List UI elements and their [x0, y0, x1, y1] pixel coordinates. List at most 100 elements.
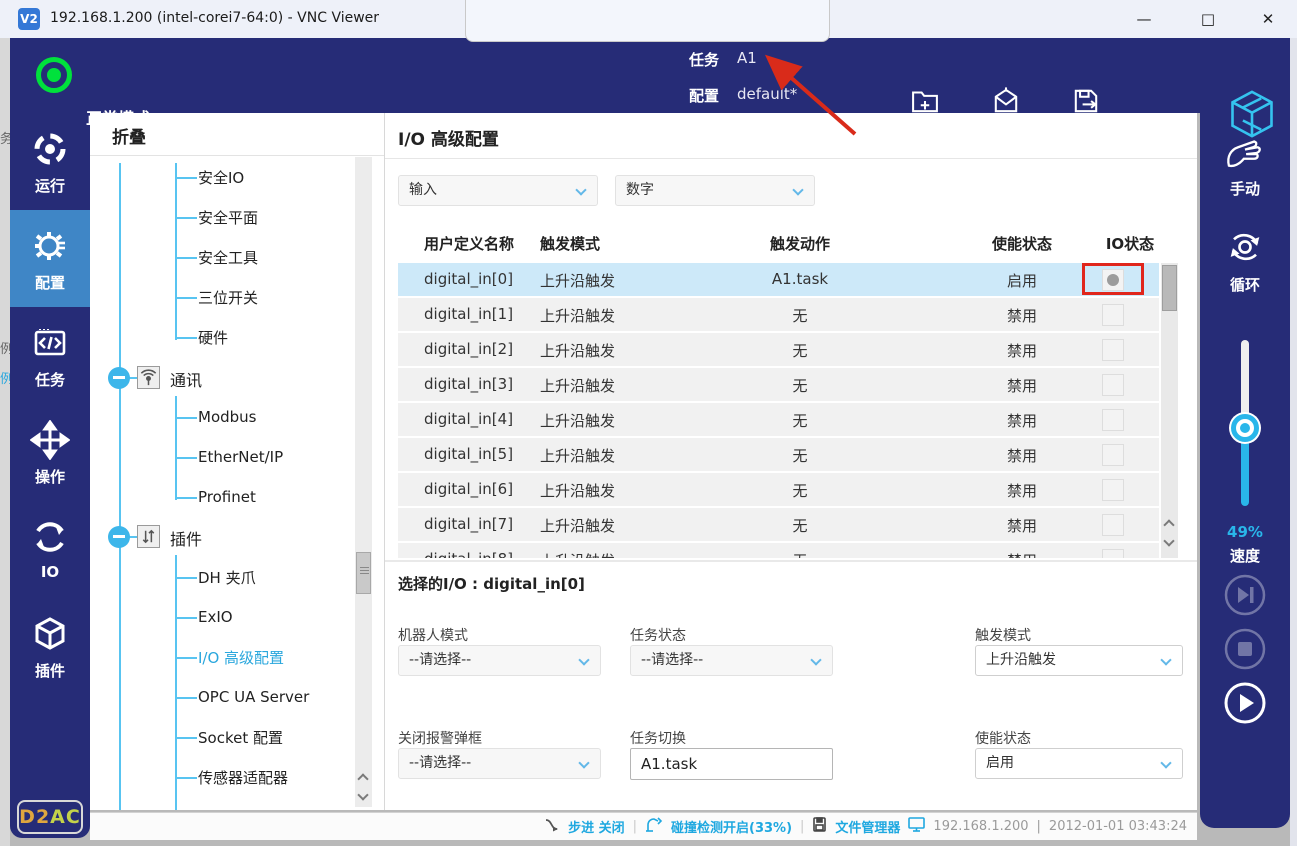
- stop-button[interactable]: [1223, 627, 1267, 671]
- sidebar-item-label: 配置: [10, 272, 90, 293]
- brand-logo-icon: [1226, 88, 1278, 144]
- table-scroll-down-icon[interactable]: [1163, 535, 1174, 546]
- table-row-selected[interactable]: digital_in[0] 上升沿触发 A1.task 启用: [398, 263, 1159, 296]
- step-icon: [544, 817, 560, 837]
- mode-label: 正常模式: [86, 105, 150, 129]
- io-state-indicator-off[interactable]: [1102, 444, 1124, 466]
- tree-item-safety-io[interactable]: 安全IO: [198, 167, 244, 191]
- table-row[interactable]: digital_in[7] 上升沿触发 无 禁用: [398, 508, 1159, 541]
- d2ac-label-right: AC: [50, 806, 81, 828]
- tree-item-opc-ua-server[interactable]: OPC UA Server: [198, 687, 309, 711]
- open-file-icon: [989, 103, 1023, 122]
- loop-mode-button[interactable]: 循环: [1200, 225, 1290, 295]
- tree-item-dh-gripper[interactable]: DH 夹爪: [198, 567, 256, 591]
- sidebar-item-label: IO: [10, 563, 90, 581]
- tree-item-communication[interactable]: 通讯: [170, 367, 202, 391]
- app-header: 正常模式 任务 A1 配置 default* 新建 打开 保存: [10, 38, 1290, 113]
- chevron-down-icon: [575, 184, 586, 195]
- task-switch-input[interactable]: [630, 748, 833, 780]
- save-button[interactable]: 保存: [1050, 84, 1122, 146]
- step-next-button[interactable]: [1223, 573, 1267, 617]
- tree-item-three-pos-switch[interactable]: 三位开关: [198, 287, 258, 311]
- config-label: 配置: [689, 85, 719, 106]
- task-value: A1: [737, 49, 757, 67]
- open-button-label: 打开: [970, 124, 1042, 144]
- io-state-indicator-off[interactable]: [1102, 479, 1124, 501]
- trigger-mode-dropdown[interactable]: 上升沿触发: [975, 645, 1183, 676]
- chevron-down-icon: [1160, 654, 1171, 665]
- sidebar-item-io[interactable]: IO: [10, 501, 90, 598]
- task-state-dropdown[interactable]: --请选择--: [630, 645, 833, 676]
- tree-item-sensor-adapter[interactable]: 传感器适配器: [198, 767, 288, 791]
- tree-item-profinet[interactable]: Profinet: [198, 487, 256, 511]
- play-button[interactable]: [1223, 681, 1267, 725]
- column-header-name: 用户定义名称: [424, 233, 514, 254]
- sidebar-item-task[interactable]: 任务: [10, 307, 90, 404]
- table-scrollbar[interactable]: [1161, 263, 1178, 558]
- close-alarm-label: 关闭报警弹框: [398, 728, 482, 748]
- file-manager-link[interactable]: 文件管理器: [835, 817, 900, 836]
- antenna-icon: [137, 366, 160, 389]
- collision-status[interactable]: 碰撞检测开启(33%): [671, 817, 792, 836]
- sidebar-item-run[interactable]: 运行: [10, 113, 90, 210]
- tree-collapse-toggle[interactable]: [108, 526, 130, 548]
- io-direction-dropdown[interactable]: 输入: [398, 175, 598, 206]
- tree-item-ethernet-ip[interactable]: EtherNet/IP: [198, 447, 283, 471]
- window-title: 192.168.1.200 (intel-corei7-64:0) - VNC …: [50, 10, 379, 26]
- io-state-indicator-off[interactable]: [1102, 409, 1124, 431]
- speed-percent: 49%: [1200, 523, 1290, 541]
- tree-item-safety-tool[interactable]: 安全工具: [198, 247, 258, 271]
- tree-item-io-advanced-config[interactable]: I/O 高级配置: [198, 647, 284, 671]
- table-row[interactable]: digital_in[4] 上升沿触发 无 禁用: [398, 403, 1159, 436]
- maximize-button[interactable]: □: [1188, 6, 1228, 32]
- io-type-dropdown[interactable]: 数字: [615, 175, 815, 206]
- task-label: 任务: [689, 49, 719, 70]
- table-scroll-up-icon[interactable]: [1163, 519, 1174, 530]
- selected-io-label: 选择的I/O : digital_in[0]: [398, 573, 585, 594]
- tree-scrollbar[interactable]: [355, 157, 372, 807]
- enable-state-dropdown[interactable]: 启用: [975, 748, 1183, 779]
- io-state-indicator-off[interactable]: [1102, 549, 1124, 558]
- io-state-indicator-off[interactable]: [1102, 304, 1124, 326]
- tree-item-socket-config[interactable]: Socket 配置: [198, 727, 283, 751]
- close-button[interactable]: ✕: [1248, 6, 1288, 32]
- desktop-artifact: 务: [0, 128, 10, 147]
- close-alarm-dropdown[interactable]: --请选择--: [398, 748, 601, 779]
- table-scrollbar-thumb[interactable]: [1162, 265, 1177, 311]
- table-row[interactable]: digital_in[3] 上升沿触发 无 禁用: [398, 368, 1159, 401]
- io-state-indicator-off[interactable]: [1102, 514, 1124, 536]
- sidebar-item-operate[interactable]: 操作: [10, 404, 90, 501]
- table-row[interactable]: digital_in[5] 上升沿触发 无 禁用: [398, 438, 1159, 471]
- vnc-floating-toolbar[interactable]: [465, 0, 830, 42]
- tree-item-plugin[interactable]: 插件: [170, 526, 202, 550]
- io-state-indicator-off[interactable]: [1102, 374, 1124, 396]
- tree-item-safety-plane[interactable]: 安全平面: [198, 207, 258, 231]
- save-button-label: 保存: [1050, 124, 1122, 144]
- table-row-partial[interactable]: digital_in[8] 上升沿触发 无 禁用: [398, 543, 1159, 558]
- tree-item-modbus[interactable]: Modbus: [198, 407, 256, 431]
- d2ac-button[interactable]: D2AC: [17, 800, 83, 834]
- robot-mode-dropdown[interactable]: --请选择--: [398, 645, 601, 676]
- table-row[interactable]: digital_in[6] 上升沿触发 无 禁用: [398, 473, 1159, 506]
- tree-item-hardware[interactable]: 硬件: [198, 327, 228, 351]
- chevron-down-icon: [1160, 757, 1171, 768]
- new-button[interactable]: 新建: [889, 84, 961, 146]
- table-row[interactable]: digital_in[2] 上升沿触发 无 禁用: [398, 333, 1159, 366]
- table-row[interactable]: digital_in[1] 上升沿触发 无 禁用: [398, 298, 1159, 331]
- tree-line: [175, 555, 177, 810]
- sidebar-item-plugin[interactable]: 插件: [10, 598, 90, 695]
- annotation-red-rectangle: [1082, 263, 1144, 295]
- sidebar-item-config[interactable]: 配置: [10, 210, 90, 307]
- tree-item-exio[interactable]: ExIO: [198, 607, 233, 631]
- io-state-indicator-off[interactable]: [1102, 339, 1124, 361]
- system-datetime: 2012-01-01 03:43:24: [1049, 819, 1187, 834]
- step-status[interactable]: 步进 关闭: [568, 817, 625, 836]
- io-table: digital_in[0] 上升沿触发 A1.task 启用 digital_i…: [398, 263, 1178, 558]
- tree-scrollbar-thumb[interactable]: [356, 552, 371, 594]
- speed-slider-knob[interactable]: [1231, 414, 1259, 442]
- tree-collapse-toggle[interactable]: [108, 367, 130, 389]
- desktop-left-strip: 务 例 例: [0, 38, 10, 846]
- minimize-button[interactable]: —: [1124, 6, 1164, 32]
- enable-state-label: 使能状态: [975, 728, 1031, 748]
- open-button[interactable]: 打开: [970, 84, 1042, 146]
